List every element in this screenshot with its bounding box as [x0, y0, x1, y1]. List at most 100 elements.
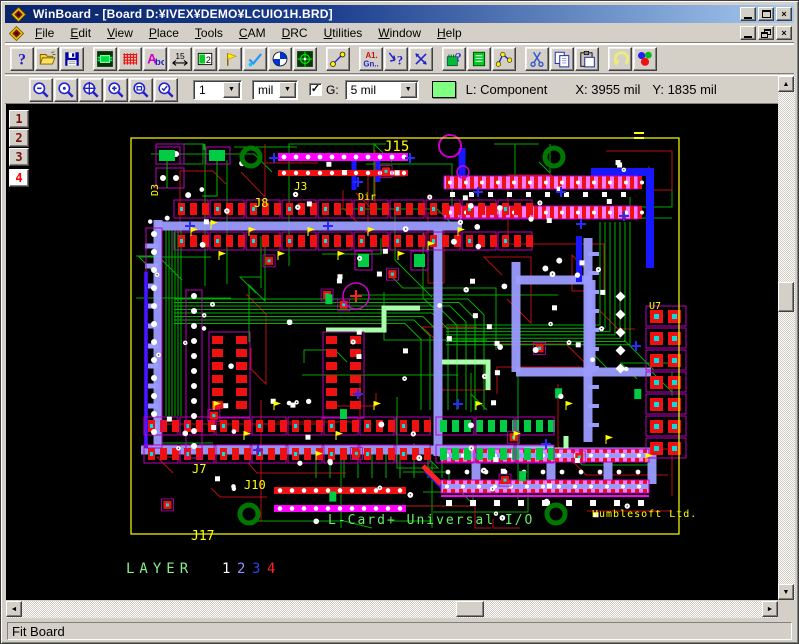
drc-check-button[interactable]: [243, 47, 267, 71]
svg-text:Gn..: Gn..: [363, 59, 378, 68]
menu-tools[interactable]: Tools: [187, 24, 231, 42]
target-button[interactable]: [293, 47, 317, 71]
text-tool-button[interactable]: A bc: [143, 47, 167, 71]
label-u7: U7: [649, 301, 661, 312]
zoom-point-button[interactable]: [54, 78, 78, 102]
status-panel: Fit Board: [7, 622, 792, 640]
status-bar: Fit Board: [5, 620, 794, 642]
netlist-icon: [495, 50, 513, 68]
netlist-button[interactable]: [492, 47, 516, 71]
route-segment-icon: [329, 50, 347, 68]
maximize-icon: [762, 10, 771, 18]
dimension-button[interactable]: 15: [168, 47, 192, 71]
paste-button[interactable]: [575, 47, 599, 71]
label-j15: J15: [384, 139, 409, 155]
mdi-restore-button[interactable]: [758, 26, 774, 40]
label-j8: J8: [254, 196, 268, 210]
report-button[interactable]: [467, 47, 491, 71]
grid-checkbox[interactable]: ✓: [309, 83, 322, 96]
undo-button[interactable]: [608, 47, 632, 71]
zoom-window-button[interactable]: [129, 78, 153, 102]
unit-value: mil: [253, 81, 278, 99]
chip-icon: [96, 50, 114, 68]
world-view-button[interactable]: [268, 47, 292, 71]
scroll-up-button[interactable]: ▲: [778, 76, 794, 92]
help-button[interactable]: ?: [10, 47, 34, 71]
horizontal-scroll-thumb[interactable]: [456, 601, 484, 617]
layer-1-button[interactable]: 1: [9, 110, 29, 128]
vertical-scroll-thumb[interactable]: [778, 282, 794, 312]
open-folder-icon: [38, 50, 56, 68]
colors-button[interactable]: [633, 47, 657, 71]
zoom-fit-button[interactable]: [154, 78, 178, 102]
menu-drc[interactable]: DRC: [274, 24, 316, 42]
vertical-scrollbar[interactable]: ▲ ▼: [778, 76, 795, 600]
label-j10: J10: [244, 478, 266, 492]
layer-3-button[interactable]: 3: [9, 148, 29, 166]
menu-file[interactable]: File: [27, 24, 62, 42]
horizontal-scrollbar[interactable]: ◄ ►: [6, 601, 778, 618]
zoom-level-dropdown-icon[interactable]: ▼: [223, 82, 240, 98]
minimize-button[interactable]: [740, 7, 756, 21]
document-icon: [9, 26, 24, 41]
colors-icon: [636, 50, 654, 68]
unit-dropdown-icon[interactable]: ▼: [279, 82, 296, 98]
copy-button[interactable]: [550, 47, 574, 71]
active-layer-swatch[interactable]: [432, 81, 456, 98]
zoom-point-icon: [57, 81, 75, 99]
scroll-down-button[interactable]: ▼: [778, 584, 794, 600]
zoom-out-button[interactable]: [29, 78, 53, 102]
globe-icon: [271, 50, 289, 68]
active-layer-readout: L: Component: [466, 82, 548, 97]
target-icon: [296, 50, 314, 68]
layer-readout-4: 4: [267, 561, 275, 577]
maximize-button[interactable]: [758, 7, 774, 21]
mdi-minimize-button[interactable]: [740, 26, 756, 40]
cut-button[interactable]: [525, 47, 549, 71]
label-j7: J7: [192, 462, 206, 476]
layer-readout-label: LAYER: [126, 561, 193, 577]
layer-pair-button[interactable]: 2: [193, 47, 217, 71]
view-toolbar: 1 ▼ mil ▼ ✓ G: 5 mil ▼ L: Component X: 3…: [5, 75, 794, 104]
component-query-button[interactable]: ?: [442, 47, 466, 71]
unit-combo[interactable]: mil ▼: [252, 80, 298, 100]
flag-icon: [221, 50, 239, 68]
menu-utilities[interactable]: Utilities: [316, 24, 371, 42]
scroll-right-button[interactable]: ►: [762, 601, 778, 617]
pcb-generated-art: [131, 132, 686, 534]
menu-view[interactable]: View: [99, 24, 141, 42]
company-text: Humblesoft Ltd.: [592, 509, 697, 520]
zoom-crosshair-button[interactable]: [79, 78, 103, 102]
close-icon: ×: [781, 10, 786, 19]
close-button[interactable]: ×: [776, 7, 792, 21]
red-grid-icon: [121, 50, 139, 68]
menu-window[interactable]: Window: [370, 24, 429, 42]
pcb-canvas[interactable]: 1 2 3 4 J15 J8 J3 D3 Dir J7 J10 J17 U7 L…: [6, 104, 778, 600]
mdi-close-button[interactable]: ×: [776, 26, 792, 40]
app-icon: [11, 7, 26, 22]
menu-edit[interactable]: Edit: [62, 24, 99, 42]
menu-help[interactable]: Help: [429, 24, 470, 42]
route-button[interactable]: [326, 47, 350, 71]
grid-size-combo[interactable]: 5 mil ▼: [345, 80, 419, 100]
open-button[interactable]: [35, 47, 59, 71]
svg-text:?: ?: [18, 52, 26, 68]
scroll-left-button[interactable]: ◄: [6, 601, 22, 617]
component-button[interactable]: [93, 47, 117, 71]
zoom-in-button[interactable]: [104, 78, 128, 102]
board-title-text: L-Card+ Universal I/O: [328, 513, 534, 528]
menu-place[interactable]: Place: [141, 24, 187, 42]
copper-pour-button[interactable]: [118, 47, 142, 71]
svg-text:bc: bc: [155, 57, 164, 68]
menu-cam[interactable]: CAM: [231, 24, 274, 42]
query-button[interactable]: ?: [384, 47, 408, 71]
grid-size-dropdown-icon[interactable]: ▼: [400, 82, 417, 98]
flag-button[interactable]: [218, 47, 242, 71]
layer-2-button[interactable]: 2: [9, 129, 29, 147]
save-button[interactable]: [60, 47, 84, 71]
swap-gates-button[interactable]: [409, 47, 433, 71]
zoom-level-combo[interactable]: 1 ▼: [193, 80, 242, 100]
query-arrow-icon: ?: [387, 50, 405, 68]
rename-gate-button[interactable]: A1. Gn..: [359, 47, 383, 71]
layer-4-button[interactable]: 4: [9, 169, 29, 187]
